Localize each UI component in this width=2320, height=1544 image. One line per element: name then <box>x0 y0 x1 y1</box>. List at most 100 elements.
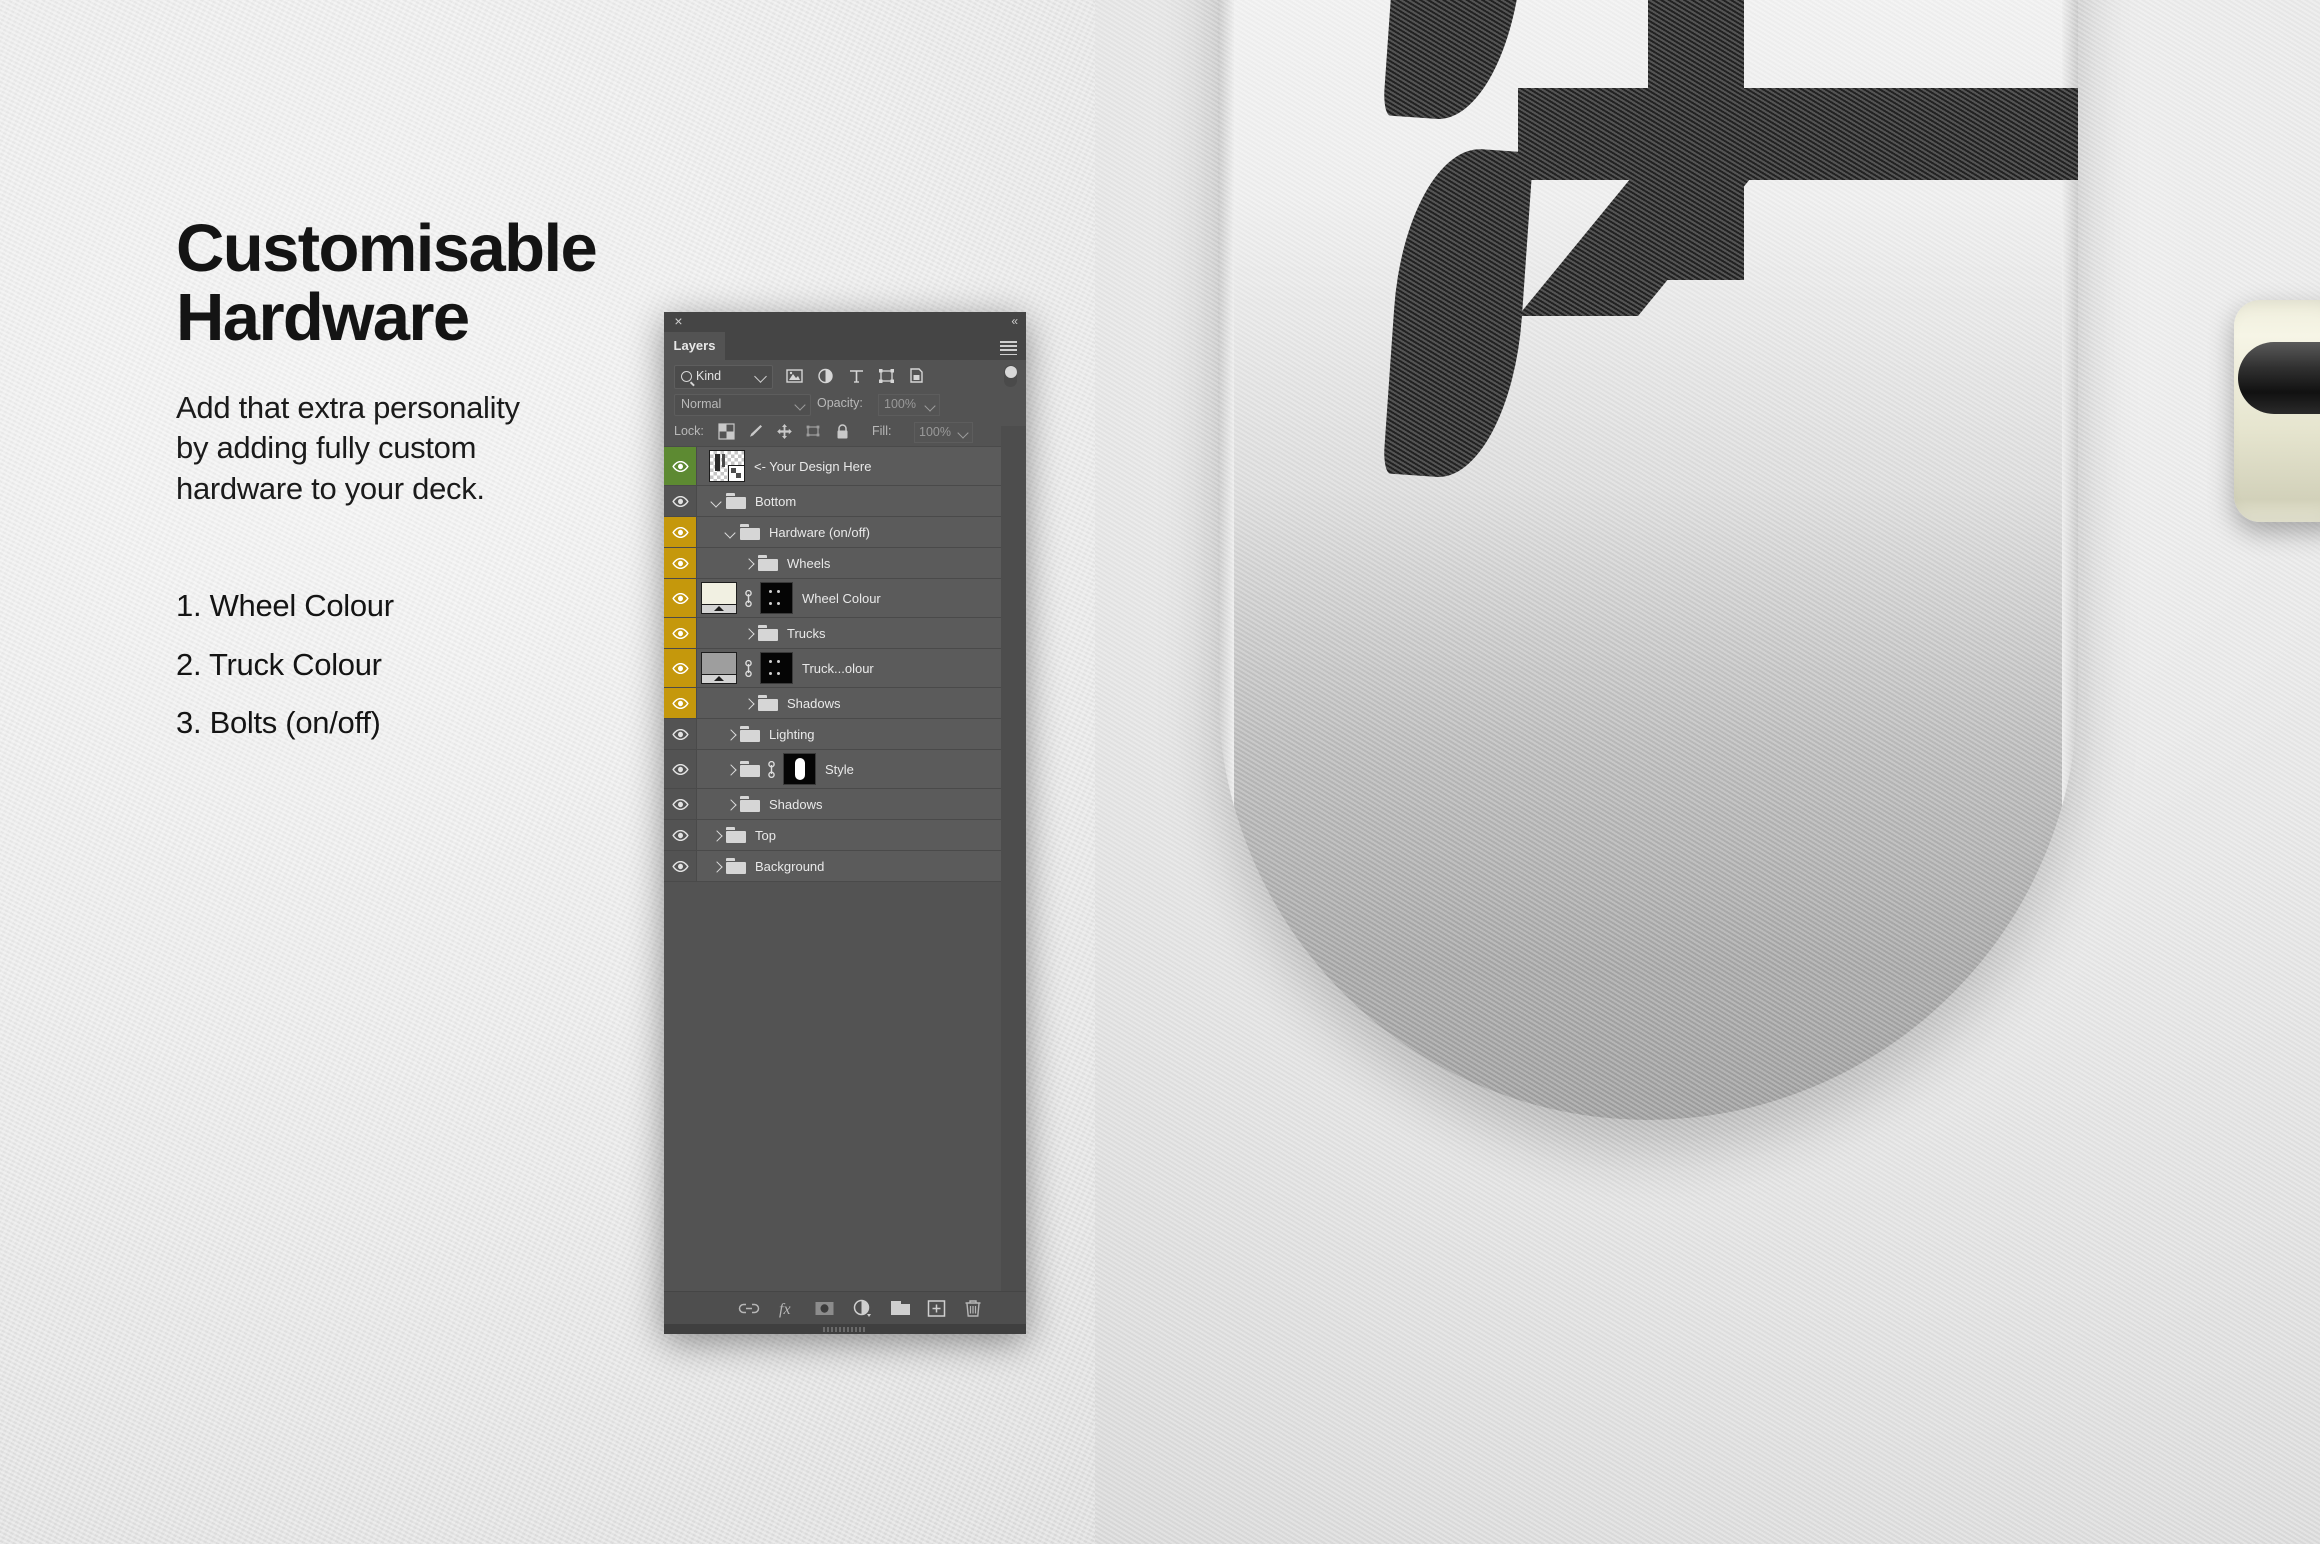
lock-all-icon[interactable] <box>834 423 851 440</box>
filter-row: Kind <box>664 360 1026 392</box>
layer-row[interactable]: Lighting <box>664 719 1026 750</box>
feature-item: 3. Bolts (on/off) <box>176 705 381 741</box>
new-layer-icon[interactable] <box>927 1299 946 1318</box>
chevron-right-icon[interactable] <box>723 762 737 776</box>
layer-visibility-toggle[interactable] <box>664 688 697 718</box>
panel-menu-icon[interactable] <box>1000 341 1017 356</box>
layer-visibility-toggle[interactable] <box>664 486 697 516</box>
chevron-right-icon[interactable] <box>741 556 755 570</box>
fill-stepper-icon[interactable] <box>954 422 973 443</box>
lock-transparency-icon[interactable] <box>718 423 735 440</box>
layer-row[interactable]: Truck...olour <box>664 649 1026 688</box>
layer-row-body[interactable]: Bottom <box>697 486 1026 516</box>
layer-row-body[interactable]: Hardware (on/off) <box>697 517 1026 547</box>
lock-position-icon[interactable] <box>776 423 793 440</box>
layer-row-body[interactable]: Trucks <box>697 618 1026 648</box>
layer-list[interactable]: <- Your Design Here Bottom Hardware (on/of… <box>664 447 1026 882</box>
add-layer-mask-icon[interactable] <box>814 1299 835 1318</box>
filter-kind-label: Kind <box>696 369 722 383</box>
filter-enable-toggle[interactable] <box>1004 365 1017 387</box>
opacity-label: Opacity: <box>817 396 863 410</box>
opacity-stepper-icon[interactable] <box>921 394 940 416</box>
layer-row-body[interactable]: Shadows <box>697 688 1026 718</box>
layer-row[interactable]: Trucks <box>664 618 1026 649</box>
layer-row[interactable]: Background <box>664 851 1026 882</box>
layer-row[interactable]: Hardware (on/off) <box>664 517 1026 548</box>
new-group-icon[interactable] <box>890 1299 911 1318</box>
layer-mask-thumbnail[interactable] <box>760 582 793 614</box>
layer-list-scrollbar[interactable] <box>1001 426 1026 1292</box>
link-layers-icon[interactable] <box>738 1299 760 1318</box>
adjustment-layer-filter-icon[interactable] <box>817 368 834 384</box>
chevron-right-icon[interactable] <box>741 626 755 640</box>
eye-icon <box>671 495 689 507</box>
link-icon[interactable] <box>742 659 755 677</box>
collapse-panel-icon[interactable]: « <box>1011 315 1018 328</box>
layer-row-body[interactable]: Shadows <box>697 789 1026 819</box>
layer-row[interactable]: Wheel Colour <box>664 579 1026 618</box>
deck-graphic-leaf-top <box>1382 0 1534 125</box>
layer-row-body[interactable]: Background <box>697 851 1026 881</box>
layer-row-body[interactable]: Wheels <box>697 548 1026 578</box>
folder-icon <box>726 493 746 509</box>
layer-row-body[interactable]: Lighting <box>697 719 1026 749</box>
close-icon[interactable]: × <box>672 314 685 328</box>
chevron-right-icon[interactable] <box>709 859 723 873</box>
layer-name: Lighting <box>769 726 815 742</box>
filter-kind-select[interactable]: Kind <box>674 365 773 389</box>
layer-thumbnail[interactable] <box>701 652 737 684</box>
layer-visibility-toggle[interactable] <box>664 548 697 578</box>
layer-name: Top <box>755 827 776 843</box>
layer-style-fx-icon[interactable]: fx <box>778 1299 797 1318</box>
layer-visibility-toggle[interactable] <box>664 517 697 547</box>
layer-visibility-toggle[interactable] <box>664 447 697 485</box>
layer-visibility-toggle[interactable] <box>664 649 697 687</box>
link-icon[interactable] <box>765 760 778 778</box>
layer-row[interactable]: Style <box>664 750 1026 789</box>
smart-object-filter-icon[interactable] <box>908 368 925 384</box>
link-icon[interactable] <box>742 589 755 607</box>
chevron-down-icon[interactable] <box>709 494 723 508</box>
layer-visibility-toggle[interactable] <box>664 579 697 617</box>
layer-row[interactable]: <- Your Design Here <box>664 447 1026 486</box>
chevron-right-icon[interactable] <box>723 727 737 741</box>
tab-layers[interactable]: Layers <box>664 332 725 360</box>
layer-row[interactable]: Wheels <box>664 548 1026 579</box>
layer-visibility-toggle[interactable] <box>664 820 697 850</box>
delete-layer-icon[interactable] <box>964 1299 982 1318</box>
layer-thumbnail[interactable] <box>709 450 745 482</box>
layer-row[interactable]: Bottom <box>664 486 1026 517</box>
pixel-layer-filter-icon[interactable] <box>786 368 803 384</box>
layer-mask-thumbnail[interactable] <box>783 753 816 785</box>
layer-visibility-toggle[interactable] <box>664 750 697 788</box>
photoshop-layers-panel[interactable]: × « Layers Kind Normal Opacity: 100% Loc… <box>664 312 1026 1334</box>
layer-visibility-toggle[interactable] <box>664 789 697 819</box>
chevron-right-icon[interactable] <box>709 828 723 842</box>
chevron-down-icon[interactable] <box>723 525 737 539</box>
panel-footer-toolbar: fx <box>664 1291 1026 1324</box>
type-layer-filter-icon[interactable] <box>848 368 865 384</box>
lock-artboard-nesting-icon[interactable] <box>805 423 822 440</box>
layer-thumbnail[interactable] <box>701 582 737 614</box>
layer-row-body[interactable]: Style <box>697 750 1026 788</box>
layer-row-body[interactable]: <- Your Design Here <box>697 447 1026 485</box>
chevron-right-icon[interactable] <box>723 797 737 811</box>
opacity-input[interactable]: 100% <box>878 394 922 416</box>
panel-resize-grip[interactable] <box>664 1324 1026 1334</box>
layer-visibility-toggle[interactable] <box>664 719 697 749</box>
fill-input[interactable]: 100% <box>914 422 956 443</box>
shape-layer-filter-icon[interactable] <box>878 368 895 384</box>
layer-row[interactable]: Shadows <box>664 789 1026 820</box>
lock-image-pixels-icon[interactable] <box>747 423 764 440</box>
layer-row-body[interactable]: Top <box>697 820 1026 850</box>
chevron-right-icon[interactable] <box>741 696 755 710</box>
layer-visibility-toggle[interactable] <box>664 618 697 648</box>
layer-row[interactable]: Shadows <box>664 688 1026 719</box>
layer-visibility-toggle[interactable] <box>664 851 697 881</box>
layer-row-body[interactable]: Truck...olour <box>697 649 1026 687</box>
new-adjustment-layer-icon[interactable] <box>852 1299 873 1318</box>
layer-row-body[interactable]: Wheel Colour <box>697 579 1026 617</box>
layer-mask-thumbnail[interactable] <box>760 652 793 684</box>
blend-mode-select[interactable]: Normal <box>674 394 811 416</box>
layer-row[interactable]: Top <box>664 820 1026 851</box>
